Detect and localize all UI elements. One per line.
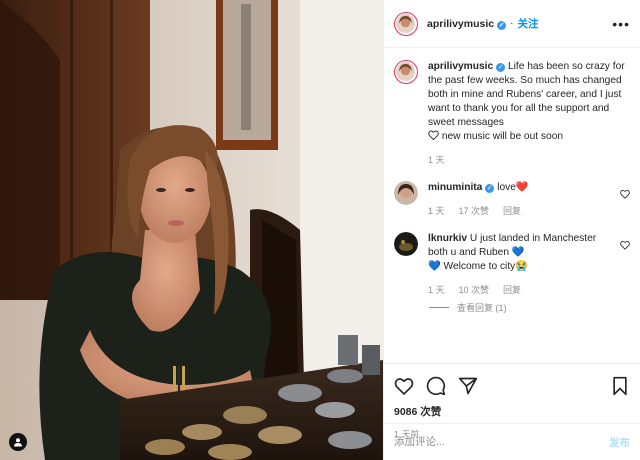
avatar-image bbox=[394, 232, 418, 256]
comment-username[interactable]: lknurkiv bbox=[428, 233, 467, 244]
caption-avatar[interactable] bbox=[394, 60, 418, 84]
caption-time: 1 天 bbox=[428, 155, 445, 165]
post-header: aprilivymusic ✓ · 关注 ••• bbox=[384, 0, 640, 48]
comment-time: 1 天 bbox=[428, 285, 445, 295]
blue-heart-emoji: 💙 bbox=[428, 261, 441, 272]
blue-heart-emoji: 💙 bbox=[511, 247, 525, 258]
comment-meta: 1 天 10 次赞 回复 bbox=[428, 283, 614, 297]
action-icons bbox=[394, 372, 630, 400]
caption-meta: 1 天 bbox=[428, 153, 630, 167]
like-comment-heart-icon[interactable] bbox=[620, 189, 630, 199]
view-replies-label: 查看回复 (1) bbox=[457, 303, 507, 313]
avatar-image bbox=[396, 62, 415, 81]
comment-time: 1 天 bbox=[428, 206, 445, 216]
tagged-user-button[interactable] bbox=[9, 433, 27, 451]
verified-badge-icon: ✓ bbox=[496, 63, 506, 72]
more-options-icon[interactable]: ••• bbox=[612, 16, 630, 32]
comment-input[interactable] bbox=[394, 436, 609, 448]
comment-body-2: Welcome to city bbox=[443, 261, 516, 272]
caption-username[interactable]: aprilivymusic bbox=[428, 61, 493, 72]
comment-avatar[interactable] bbox=[394, 232, 418, 256]
reply-button[interactable]: 回复 bbox=[503, 204, 521, 218]
follow-button[interactable]: 关注 bbox=[517, 16, 538, 31]
post-side-panel: aprilivymusic ✓ · 关注 ••• aprilivymusic ✓… bbox=[383, 0, 640, 460]
post-comment-button[interactable]: 发布 bbox=[609, 435, 630, 450]
caption: aprilivymusic ✓ Life has been so crazy fo… bbox=[394, 60, 630, 167]
comment-likes[interactable]: 10 次赞 bbox=[459, 283, 490, 297]
likes-count[interactable]: 9086 次赞 bbox=[394, 404, 630, 419]
reply-button[interactable]: 回复 bbox=[503, 283, 521, 297]
comment-username[interactable]: minuminita bbox=[428, 182, 482, 193]
avatar-image bbox=[396, 13, 415, 33]
comment-item: lknurkiv U just landed in Manchester bot… bbox=[394, 232, 630, 314]
replies-divider-line bbox=[429, 307, 449, 308]
avatar[interactable] bbox=[394, 11, 418, 36]
like-heart-icon[interactable] bbox=[394, 376, 414, 396]
comment-text: lknurkiv U just landed in Manchester bot… bbox=[428, 232, 614, 297]
header-username[interactable]: aprilivymusic ✓ bbox=[427, 18, 507, 30]
red-heart-emoji: ❤️ bbox=[515, 182, 529, 193]
avatar-image bbox=[394, 181, 418, 205]
comments-list[interactable]: aprilivymusic ✓ Life has been so crazy fo… bbox=[384, 48, 640, 363]
share-paper-plane-icon[interactable] bbox=[458, 376, 478, 396]
verified-badge-icon: ✓ bbox=[497, 20, 507, 30]
verified-badge-icon: ✓ bbox=[485, 184, 495, 193]
comment-bubble-icon[interactable] bbox=[426, 376, 446, 396]
comment-item: minuminita ✓ love❤️ 1 天 17 次赞 回复 bbox=[394, 181, 630, 218]
comment-avatar[interactable] bbox=[394, 181, 418, 205]
like-comment-heart-icon[interactable] bbox=[620, 240, 630, 250]
add-comment-bar: 发布 bbox=[384, 423, 640, 460]
comment-meta: 1 天 17 次赞 回复 bbox=[428, 204, 614, 218]
post-photo[interactable] bbox=[0, 0, 383, 460]
comment-likes[interactable]: 17 次赞 bbox=[459, 204, 490, 218]
separator-dot: · bbox=[510, 18, 514, 29]
caption-body-end: new music will be out soon bbox=[441, 131, 564, 142]
comment-text: minuminita ✓ love❤️ 1 天 17 次赞 回复 bbox=[428, 181, 614, 218]
comment-body: love bbox=[497, 182, 516, 193]
photo-illustration bbox=[0, 0, 383, 460]
instagram-post-modal: aprilivymusic ✓ · 关注 ••• aprilivymusic ✓… bbox=[0, 0, 640, 460]
crying-emoji: 😭 bbox=[515, 261, 528, 272]
user-icon bbox=[14, 438, 22, 447]
heart-outline-icon bbox=[428, 130, 439, 141]
caption-text: aprilivymusic ✓ Life has been so crazy fo… bbox=[428, 60, 630, 167]
view-replies-button[interactable]: 查看回复 (1) bbox=[429, 301, 630, 314]
bookmark-save-icon[interactable] bbox=[610, 376, 630, 396]
